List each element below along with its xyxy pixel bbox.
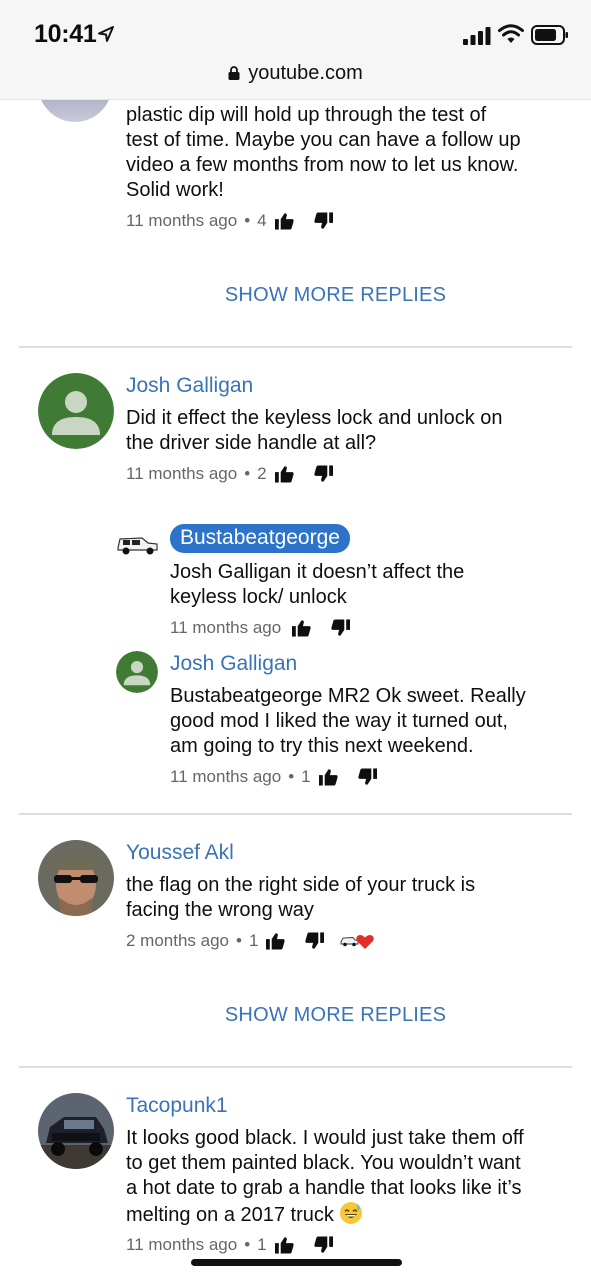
- like-count: 4: [257, 211, 267, 230]
- time-ago: 11 months ago: [126, 464, 238, 483]
- time-ago: 2 months ago: [126, 931, 230, 950]
- time-ago: 11 months ago: [126, 1235, 238, 1254]
- thumbs-down-icon[interactable]: [358, 768, 377, 786]
- divider: [19, 346, 572, 348]
- grinning-sweat-emoji: [340, 1202, 363, 1224]
- thumbs-up-icon[interactable]: [266, 932, 286, 950]
- separator: •: [244, 464, 251, 483]
- lock-icon: [228, 66, 240, 80]
- thumbs-down-icon[interactable]: [314, 465, 333, 483]
- signal-icon: [463, 27, 491, 45]
- separator: •: [288, 767, 295, 786]
- reply-text: Bustabeatgeorge MR2 Ok sweet. Really goo…: [170, 685, 526, 757]
- reply-text: Josh Galligan it doesn’t affect the keyl…: [170, 561, 465, 608]
- time-ago: 11 months ago: [170, 767, 282, 786]
- home-indicator[interactable]: [191, 1259, 402, 1266]
- comment-text: plastic dip will hold up through the tes…: [126, 104, 521, 201]
- thumbs-up-icon[interactable]: [274, 465, 294, 483]
- comment-meta: 11 months ago • 2: [126, 464, 333, 484]
- comment-author[interactable]: Tacopunk1: [126, 1094, 228, 1118]
- status-time: 10:41: [34, 20, 97, 48]
- address-bar[interactable]: youtube.com: [0, 62, 591, 85]
- thumbs-up-icon[interactable]: [292, 619, 311, 637]
- thumbs-down-icon[interactable]: [305, 932, 325, 950]
- browser-top-bar: 10:41 youtube.com: [0, 0, 591, 100]
- creator-heart-icon: [340, 935, 375, 949]
- comment-author[interactable]: Josh Galligan: [126, 374, 253, 398]
- separator: •: [244, 211, 251, 230]
- thumbs-down-icon[interactable]: [314, 212, 333, 230]
- avatar[interactable]: [38, 373, 114, 449]
- separator: •: [244, 1235, 251, 1254]
- thumbs-up-icon[interactable]: [274, 1236, 294, 1254]
- comment-meta: 11 months ago • 4: [126, 211, 333, 231]
- comment-meta: 2 months ago • 1: [126, 931, 375, 951]
- avatar[interactable]: [116, 651, 158, 693]
- avatar[interactable]: [38, 840, 114, 916]
- reply-meta: 11 months ago: [170, 618, 351, 638]
- show-more-replies-button[interactable]: SHOW MORE REPLIES: [40, 284, 591, 307]
- divider: [19, 1066, 572, 1068]
- battery-icon: [531, 25, 568, 45]
- comment-text: Did it effect the keyless lock and unloc…: [126, 407, 503, 454]
- comment-text: the flag on the right side of your truck…: [126, 874, 476, 921]
- wifi-icon: [498, 24, 524, 43]
- thumbs-down-icon[interactable]: [314, 1236, 333, 1254]
- avatar[interactable]: [114, 528, 160, 560]
- like-count: 1: [301, 767, 311, 786]
- comment-author-creator[interactable]: Bustabeatgeorge: [170, 524, 350, 553]
- reply-meta: 11 months ago • 1: [170, 767, 377, 787]
- time-ago: 11 months ago: [170, 618, 282, 637]
- divider: [19, 813, 572, 815]
- url-text: youtube.com: [248, 62, 363, 84]
- avatar[interactable]: [38, 1093, 114, 1169]
- comment-author[interactable]: Josh Galligan: [170, 652, 297, 676]
- thumbs-down-icon[interactable]: [331, 619, 351, 637]
- comment-author[interactable]: Youssef Akl: [126, 841, 234, 865]
- time-ago: 11 months ago: [126, 211, 238, 230]
- comment-meta: 11 months ago • 1: [126, 1235, 333, 1255]
- thumbs-up-icon[interactable]: [318, 768, 338, 786]
- separator: •: [236, 931, 242, 950]
- like-count: 1: [248, 931, 259, 950]
- show-more-replies-button[interactable]: SHOW MORE REPLIES: [40, 1004, 591, 1027]
- like-count: 1: [257, 1235, 267, 1254]
- thumbs-up-icon[interactable]: [274, 212, 294, 230]
- comment-text: It looks good black. I would just take t…: [126, 1127, 524, 1226]
- like-count: 2: [257, 464, 267, 483]
- location-arrow-icon: [98, 26, 114, 42]
